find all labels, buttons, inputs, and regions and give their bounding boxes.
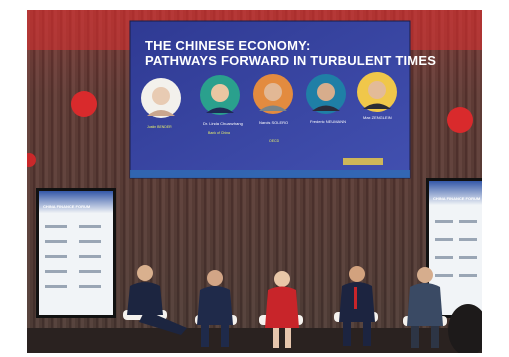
slide-title-line1: THE CHINESE ECONOMY: (145, 38, 311, 53)
speaker-4-name: Frederic NEUMANN (310, 119, 346, 124)
speaker-2-org: Bank of China (208, 131, 230, 135)
right-screen-title: CHINA FINANCE FORUM (433, 196, 481, 201)
speaker-3-name: Narcis SOLERO (259, 120, 288, 125)
speaker-2-name: Dr. Linda Chuanzhang (203, 121, 243, 126)
left-screen-title: CHINA FINANCE FORUM (43, 204, 91, 209)
main-slide: THE CHINESE ECONOMY: PATHWAYS FORWARD IN… (129, 20, 436, 179)
red-sphere-left (71, 91, 97, 117)
event-logo (343, 158, 383, 165)
event-photo: THE CHINESE ECONOMY: PATHWAYS FORWARD IN… (27, 10, 482, 353)
photo-scene: THE CHINESE ECONOMY: PATHWAYS FORWARD IN… (27, 10, 482, 353)
speaker-5-name: Max ZENGLEIN (363, 115, 392, 120)
left-side-screen: CHINA FINANCE FORUM (36, 188, 116, 318)
slide-title-line2: PATHWAYS FORWARD IN TURBULENT TIMES (145, 53, 436, 68)
speaker-1-name: Justin BENDER (147, 125, 172, 129)
red-sphere-right (447, 107, 473, 133)
speaker-3-org: OECD (269, 139, 280, 143)
